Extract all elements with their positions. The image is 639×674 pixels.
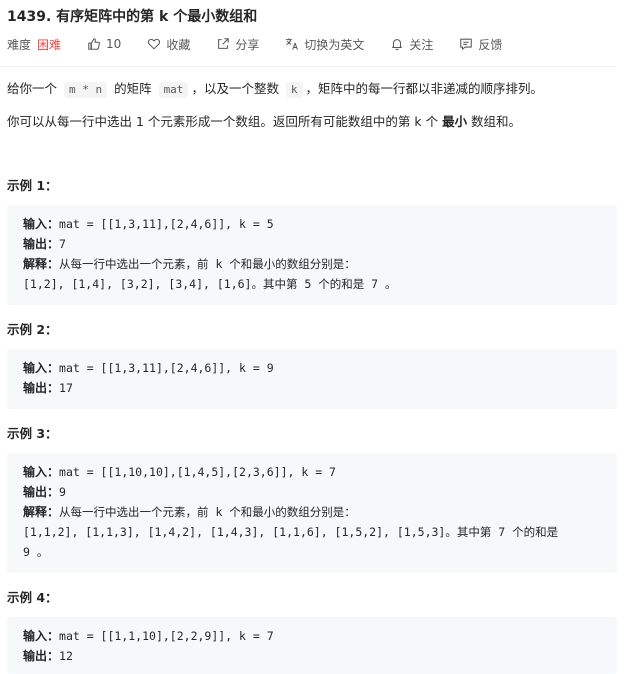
problem-title: 1439. 有序矩阵中的第 k 个最小数组和 — [7, 9, 258, 25]
feedback-label: 反馈 — [478, 37, 503, 52]
problem-meta-bar: 难度 困难 10 收藏 分享 切换为英文 关注 反馈 — [7, 35, 528, 53]
follow-label: 关注 — [409, 37, 434, 52]
example-line: 9 。 — [23, 545, 49, 559]
follow-button[interactable]: 关注 — [390, 36, 433, 53]
example-line: 解释：从每一行中选出一个元素，前 k 个和最小的数组分别是： — [23, 257, 356, 271]
example-block: 输入：mat = [[1,3,11],[2,4,6]], k = 9 输出：17 — [7, 349, 617, 409]
example-line: 输出：9 — [23, 485, 66, 499]
favorite-button[interactable]: 收藏 — [147, 36, 190, 53]
translate-icon — [286, 38, 299, 50]
inline-code-dimensions: m * n — [63, 82, 108, 98]
heart-icon — [148, 38, 161, 50]
example-block: 输入：mat = [[1,3,11],[2,4,6]], k = 5 输出：7 … — [7, 205, 617, 305]
example-line: 输出：7 — [23, 237, 66, 251]
example-line: 输入：mat = [[1,3,11],[2,4,6]], k = 9 — [23, 361, 274, 375]
example-title: 示例 3： — [7, 426, 58, 441]
header-divider — [0, 66, 616, 67]
thumbs-up-icon — [88, 38, 101, 50]
example-line: 解释：从每一行中选出一个元素，前 k 个和最小的数组分别是： — [23, 505, 356, 519]
description-line-1: 给你一个 m * n 的矩阵 mat ，以及一个整数 k ，矩阵中的每一行都以非递减… — [7, 81, 544, 98]
share-icon — [218, 38, 230, 49]
inline-code-k: k — [285, 82, 303, 98]
example-line: 输出：12 — [23, 649, 73, 663]
example-title: 示例 2： — [7, 322, 58, 337]
description-line-2: 你可以从每一行中选出 1 个元素形成一个数组。返回所有可能数组中的第 k 个 最… — [7, 114, 522, 129]
difficulty-label: 难度 — [7, 37, 32, 52]
example-line: 输入：mat = [[1,3,11],[2,4,6]], k = 5 — [23, 217, 274, 231]
like-button[interactable]: 10 — [87, 37, 121, 51]
example-block: 输入：mat = [[1,10,10],[1,4,5],[2,3,6]], k … — [7, 453, 617, 573]
feedback-button[interactable]: 反馈 — [459, 36, 502, 53]
bell-icon — [392, 39, 403, 51]
example-title: 示例 1： — [7, 178, 58, 193]
example-line: [1,2], [1,4], [3,2], [3,4], [1,6]。其中第 5 … — [23, 277, 397, 291]
translate-button[interactable]: 切换为英文 — [285, 36, 364, 53]
example-block: 输入：mat = [[1,1,10],[2,2,9]], k = 7 输出：12 — [7, 617, 617, 674]
translate-label: 切换为英文 — [304, 37, 365, 52]
share-label: 分享 — [235, 37, 260, 52]
example-line: 输入：mat = [[1,1,10],[2,2,9]], k = 7 — [23, 629, 274, 643]
inline-code-mat: mat — [158, 82, 189, 98]
example-line: [1,1,2], [1,1,3], [1,4,2], [1,4,3], [1,1… — [23, 525, 559, 539]
example-line: 输出：17 — [23, 381, 73, 395]
example-line: 输入：mat = [[1,10,10],[1,4,5],[2,3,6]], k … — [23, 465, 336, 479]
emphasis-min: 最小 — [442, 114, 468, 129]
like-count: 10 — [106, 37, 122, 51]
share-button[interactable]: 分享 — [216, 36, 259, 53]
feedback-icon — [460, 38, 473, 50]
example-title: 示例 4： — [7, 590, 58, 605]
difficulty-badge: 困难 — [37, 37, 62, 52]
favorite-label: 收藏 — [166, 37, 191, 52]
